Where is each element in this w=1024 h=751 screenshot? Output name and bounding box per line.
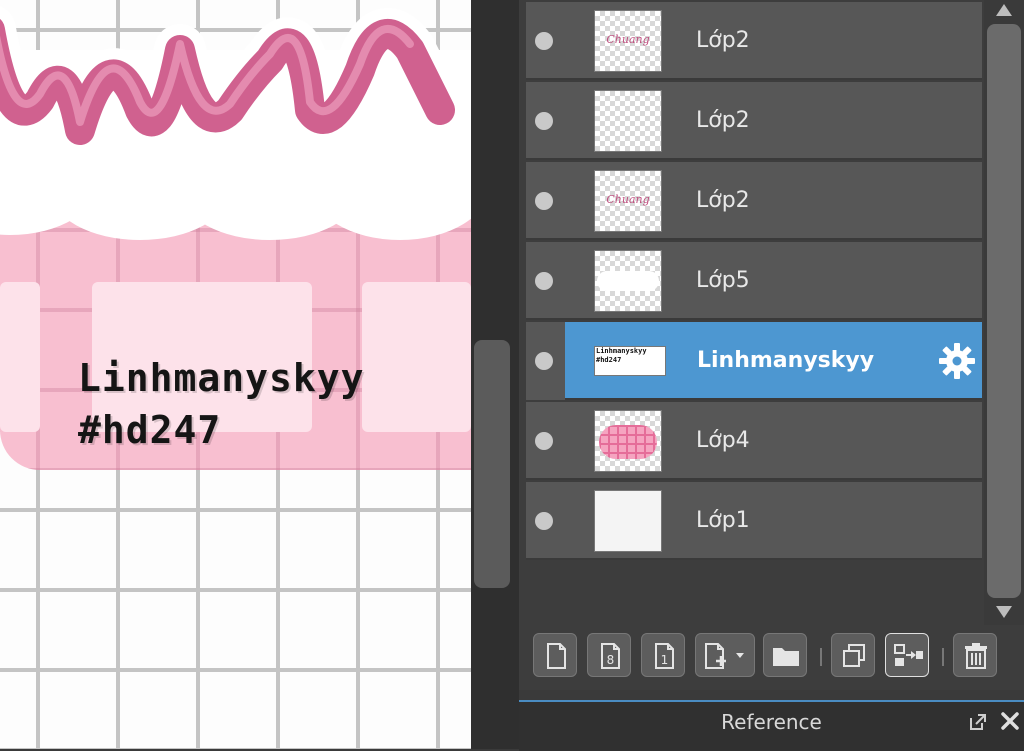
- thumb-cloud-shape: [597, 271, 659, 291]
- svg-text:8: 8: [607, 653, 615, 667]
- thumb-caption: Linhmanyskyy #hd247: [596, 347, 647, 365]
- svg-text:1: 1: [661, 653, 669, 667]
- caption-line-1: Linhmanyskyy: [78, 356, 365, 400]
- layers-scrollbar-thumb[interactable]: [987, 24, 1021, 598]
- popout-icon[interactable]: [968, 712, 988, 732]
- layer-name: Linhmanyskyy: [697, 348, 875, 373]
- new-page-icon: [547, 643, 566, 669]
- visibility-toggle-icon[interactable]: [535, 192, 553, 210]
- duplicate-icon: [843, 644, 865, 667]
- layer-thumbnail: [594, 410, 662, 472]
- caption-line-2: #hd247: [78, 408, 222, 452]
- merge-down-button[interactable]: [885, 633, 929, 677]
- layer-row[interactable]: Lớp2: [526, 82, 982, 160]
- layer-thumbnail: [594, 490, 662, 552]
- layer-thumbnail: Chuang: [594, 10, 662, 72]
- add-page-dropdown-icon: [705, 643, 744, 669]
- layer-thumbnail: [594, 250, 662, 312]
- toolbar-separator: [820, 648, 822, 666]
- visibility-toggle-icon[interactable]: [535, 352, 553, 370]
- visibility-toggle-icon[interactable]: [535, 272, 553, 290]
- layer-thumbnail: [594, 90, 662, 152]
- visibility-toggle-icon[interactable]: [535, 432, 553, 450]
- scroll-up-arrow-icon[interactable]: [996, 4, 1012, 16]
- canvas-scrollbar-thumb[interactable]: [474, 340, 510, 588]
- delete-layer-button[interactable]: [953, 633, 997, 677]
- thumb-caption-line-2: #hd247: [596, 356, 622, 364]
- reference-panel-title: Reference: [721, 710, 822, 734]
- new-1bit-layer-button[interactable]: 1: [641, 633, 685, 677]
- folder-icon: [773, 648, 799, 666]
- layer-row-selected[interactable]: Linhmanyskyy #hd247 Linhmanyskyy: [535, 322, 982, 400]
- thumb-caption-line-1: Linhmanyskyy: [596, 347, 647, 355]
- layer-name: Lớp4: [696, 428, 750, 453]
- duplicate-layer-button[interactable]: [831, 633, 875, 677]
- new-8bit-layer-button[interactable]: 8: [587, 633, 631, 677]
- visibility-toggle-icon[interactable]: [535, 32, 553, 50]
- layer-row[interactable]: Lớp4: [526, 402, 982, 480]
- new-layer-button[interactable]: [533, 633, 577, 677]
- layer-thumbnail: Linhmanyskyy #hd247: [594, 346, 666, 376]
- canvas-caption-text: Linhmanyskyy #hd247: [78, 352, 365, 456]
- layer-row[interactable]: Chuang Lớp2: [526, 2, 982, 80]
- layer-name: Lớp1: [696, 508, 750, 533]
- thumb-text: Chuang: [606, 193, 650, 206]
- thumb-text: Chuang: [606, 33, 650, 46]
- reference-panel: Reference: [519, 700, 1024, 751]
- merge-down-icon: [894, 644, 923, 666]
- toolbar-separator: [942, 648, 944, 666]
- layer-row[interactable]: Lớp1: [526, 482, 982, 560]
- layer-name: Lớp2: [696, 188, 750, 213]
- close-icon[interactable]: [1000, 710, 1020, 732]
- add-layer-menu-button[interactable]: [695, 633, 755, 677]
- layer-row[interactable]: Chuang Lớp2: [526, 162, 982, 240]
- window-pane: [0, 282, 40, 432]
- gear-icon[interactable]: [938, 342, 976, 380]
- layer-name: Lớp2: [696, 28, 750, 53]
- window-pane: [362, 282, 471, 432]
- trash-icon: [965, 643, 987, 669]
- visibility-toggle-icon[interactable]: [535, 112, 553, 130]
- page-8-icon: 8: [601, 643, 620, 669]
- thumb-mesh-shape: [599, 425, 657, 459]
- visibility-toggle-icon[interactable]: [535, 512, 553, 530]
- layer-row[interactable]: Lớp5: [526, 242, 982, 320]
- cloud-lettering-art: [0, 6, 471, 240]
- layer-thumbnail: Chuang: [594, 170, 662, 232]
- page-1-icon: 1: [655, 643, 674, 669]
- new-folder-button[interactable]: [763, 633, 807, 677]
- layer-name: Lớp5: [696, 268, 750, 293]
- scroll-down-arrow-icon[interactable]: [996, 606, 1012, 618]
- drawing-canvas[interactable]: Linhmanyskyy #hd247: [0, 0, 471, 749]
- layer-name: Lớp2: [696, 108, 750, 133]
